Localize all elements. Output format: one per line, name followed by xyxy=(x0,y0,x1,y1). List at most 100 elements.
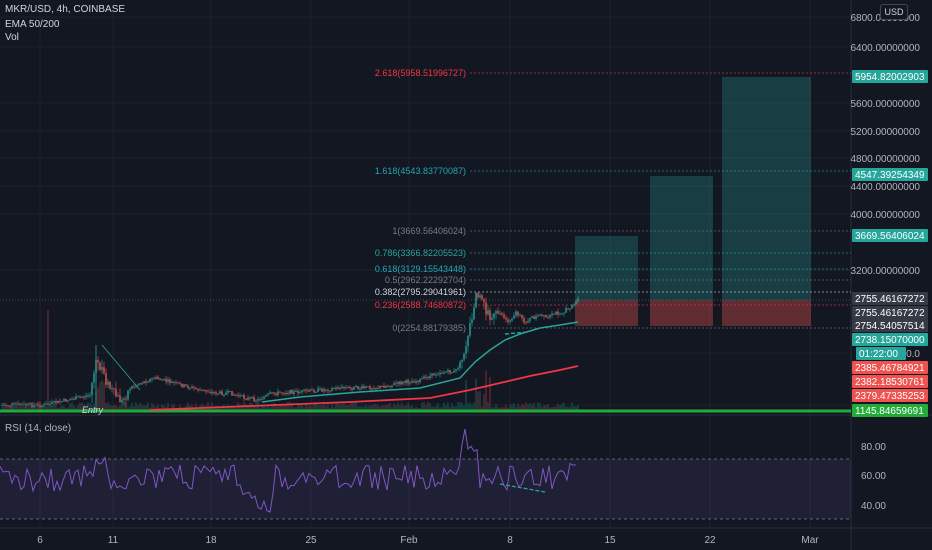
volume-bar xyxy=(401,402,403,410)
time-tick-label: Mar xyxy=(801,535,819,546)
volume-bar xyxy=(409,406,411,410)
stop-box-1 xyxy=(575,300,638,326)
candle-body xyxy=(203,389,205,391)
target-box-3 xyxy=(722,77,811,300)
candle-body xyxy=(321,388,323,392)
candle-body xyxy=(521,315,523,318)
candle-body xyxy=(549,315,551,318)
candle-body xyxy=(489,310,491,320)
volume-bar xyxy=(355,402,357,410)
volume-bar xyxy=(273,402,275,410)
volume-bar xyxy=(73,405,75,410)
time-tick-label: 6 xyxy=(37,535,43,546)
price-tick-label: 4000.00000000 xyxy=(850,210,920,221)
candle-body xyxy=(541,314,543,317)
volume-bar xyxy=(455,406,457,410)
volume-bar xyxy=(561,403,563,410)
candle-body xyxy=(331,388,333,391)
volume-bar xyxy=(473,402,475,410)
candle-body xyxy=(313,389,315,393)
volume-bar xyxy=(143,405,145,410)
candle-body xyxy=(417,380,419,383)
candle-body xyxy=(127,390,129,400)
volume-bar xyxy=(71,402,73,410)
volume-bar xyxy=(137,404,139,410)
currency-button[interactable]: USD xyxy=(880,4,908,20)
candle-body xyxy=(199,389,201,391)
candle-body xyxy=(231,391,233,396)
candle-body xyxy=(323,389,325,392)
candle-body xyxy=(103,367,105,374)
volume-bar xyxy=(399,405,401,410)
fib-label: 1.618(4543.83770087) xyxy=(375,166,466,176)
candle-body xyxy=(137,384,139,386)
candle-body xyxy=(327,390,329,392)
volume-bar xyxy=(103,382,105,410)
candle-body xyxy=(233,394,235,396)
candle-body xyxy=(393,383,395,386)
candle-body xyxy=(119,395,121,403)
candle-body xyxy=(495,311,497,314)
volume-bar xyxy=(105,403,107,410)
candle-body xyxy=(421,378,423,380)
candle-body xyxy=(533,316,535,319)
candle-body xyxy=(287,393,289,395)
candle-body xyxy=(517,311,519,316)
time-tick-label: 22 xyxy=(704,535,716,546)
volume-bar xyxy=(475,378,477,410)
price-tick-label: 4800.00000000 xyxy=(850,154,920,165)
candle-body xyxy=(185,384,187,386)
candle-body xyxy=(481,295,483,300)
candle-body xyxy=(511,318,513,321)
volume-bar xyxy=(445,405,447,410)
price-label-text: 1145.84659691 xyxy=(855,406,924,417)
candle-body xyxy=(445,371,447,373)
candle-body xyxy=(461,359,463,362)
candle-body xyxy=(447,370,449,372)
volume-bar xyxy=(121,403,123,410)
volume-bar xyxy=(559,405,561,410)
candle-body xyxy=(369,386,371,390)
candle-body xyxy=(205,390,207,392)
candle-body xyxy=(359,388,361,390)
volume-bar xyxy=(277,406,279,410)
candle-body xyxy=(151,378,153,380)
volume-bar xyxy=(483,393,485,410)
volume-bar xyxy=(555,406,557,410)
candle-body xyxy=(491,317,493,320)
volume-bar xyxy=(447,402,449,410)
candle-body xyxy=(381,385,383,387)
candle-body xyxy=(391,385,393,387)
volume-bar xyxy=(379,406,381,410)
volume-bar xyxy=(45,405,47,410)
volume-bar xyxy=(435,405,437,410)
candle-body xyxy=(163,378,165,380)
candle-body xyxy=(279,391,281,393)
price-label-text: 5954.82002903 xyxy=(855,72,925,83)
candle-body xyxy=(67,400,69,402)
volume-bar xyxy=(487,402,489,410)
candle-body xyxy=(389,386,391,388)
volume-bar xyxy=(471,404,473,410)
candle-body xyxy=(123,398,125,400)
candle-body xyxy=(415,380,417,383)
candle-body xyxy=(555,311,557,315)
candle-body xyxy=(77,396,79,398)
price-label-text: 4547.39254349 xyxy=(855,170,925,181)
candle-body xyxy=(473,307,475,320)
candle-body xyxy=(535,316,537,319)
candle-body xyxy=(217,393,219,395)
fib-label: 0.5(2962.22292704) xyxy=(385,275,466,285)
candle-body xyxy=(85,395,87,397)
volume-bar xyxy=(109,405,111,410)
volume-bar xyxy=(383,405,385,410)
chart-canvas[interactable]: 2.618(5958.51996727) 1.618(4543.83770087)… xyxy=(0,0,932,550)
time-tick-label: 8 xyxy=(507,535,513,546)
candle-body xyxy=(457,368,459,370)
candle-body xyxy=(427,377,429,379)
volume-bar xyxy=(51,406,53,410)
candle-body xyxy=(209,392,211,394)
candle-body xyxy=(413,381,415,383)
volume-bar xyxy=(1,406,3,410)
candle-body xyxy=(159,378,161,380)
